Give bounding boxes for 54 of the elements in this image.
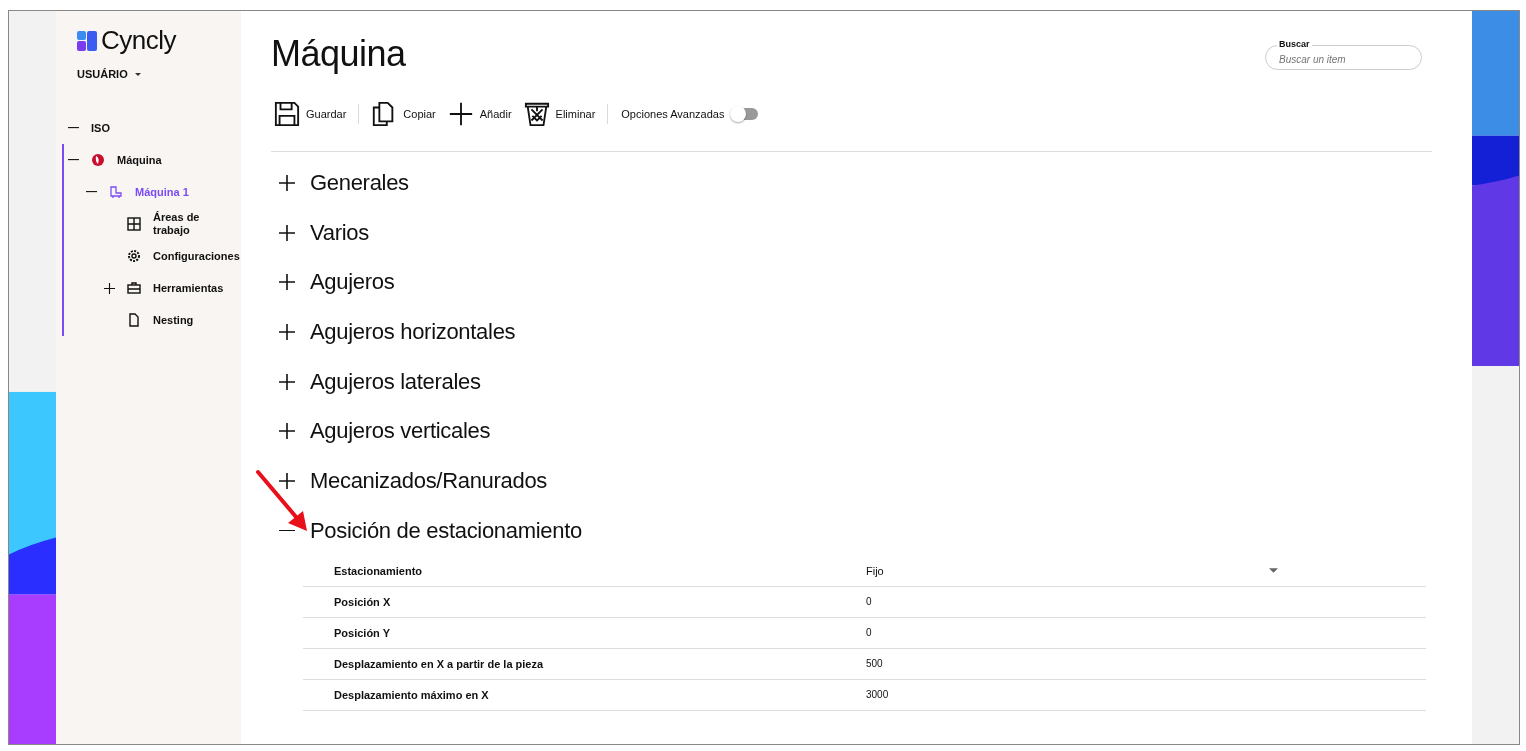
page-title: Máquina xyxy=(271,33,406,75)
input-field[interactable]: 0 xyxy=(866,627,872,638)
toggle-label: Opciones Avanzadas xyxy=(621,108,725,120)
section-header[interactable]: Varios xyxy=(271,207,369,258)
section-header[interactable]: Agujeros laterales xyxy=(271,356,481,407)
machine-icon xyxy=(109,185,123,199)
toolbar-button[interactable]: Eliminar xyxy=(520,101,599,127)
input-field[interactable]: 500 xyxy=(866,658,883,669)
plus-icon xyxy=(447,101,474,127)
property-label: Estacionamiento xyxy=(333,564,424,577)
property-label: Posición X xyxy=(333,595,392,608)
section-header[interactable]: Agujeros horizontales xyxy=(271,307,516,357)
section-header[interactable]: Mecanizados/Ranurados xyxy=(271,456,548,506)
field-label: Buscar xyxy=(1277,39,1312,50)
input-field[interactable]: 0 xyxy=(866,596,872,607)
toolbar-button[interactable]: Añadir xyxy=(444,101,515,127)
gear-icon xyxy=(127,249,141,263)
plus-icon xyxy=(279,174,295,191)
tree-item[interactable]: Configuraciones xyxy=(153,249,240,263)
section-header[interactable]: Agujeros verticales xyxy=(271,406,491,457)
plus-icon xyxy=(279,323,295,340)
dropdown[interactable]: Fijo xyxy=(866,564,1278,577)
caret-icon xyxy=(1269,568,1278,573)
tree-item[interactable]: Nesting xyxy=(153,313,194,327)
toggle-switch[interactable] xyxy=(732,108,759,120)
plus-icon xyxy=(279,472,295,489)
grid-icon xyxy=(127,217,141,231)
logo-icon xyxy=(77,30,97,51)
tree-item[interactable]: ISO xyxy=(91,121,110,135)
brand-name: Cyncly xyxy=(101,25,176,56)
section-header[interactable]: Generales xyxy=(271,158,409,208)
plus-icon xyxy=(279,274,295,291)
toolbar-button[interactable]: Copiar xyxy=(368,101,439,127)
property-label: Desplazamiento máximo en X xyxy=(333,688,490,701)
tree-item[interactable]: Máquina 1 xyxy=(135,185,189,199)
user-menu[interactable]: USUÁRIO xyxy=(77,68,142,80)
plus-icon xyxy=(279,224,295,241)
tree-item[interactable]: Herramientas xyxy=(153,281,224,295)
minus-icon xyxy=(279,529,295,532)
plus-icon xyxy=(279,373,295,390)
tree-item[interactable]: Máquina xyxy=(117,153,162,167)
save-icon xyxy=(274,101,300,127)
toolbar-button[interactable]: Guardar xyxy=(271,101,350,127)
property-label: Posición Y xyxy=(333,626,392,639)
property-label: Desplazamiento en X a partir de la pieza xyxy=(333,657,545,670)
input-field[interactable]: 3000 xyxy=(866,689,889,700)
caret-icon xyxy=(133,71,142,77)
section-header[interactable]: Agujeros xyxy=(271,257,395,308)
toolbox-icon xyxy=(127,281,141,295)
trash-icon xyxy=(523,101,550,127)
machine-logo-icon xyxy=(91,153,105,167)
tree-item[interactable]: Áreas de trabajo xyxy=(153,211,235,237)
file-icon xyxy=(127,313,141,327)
plus-icon xyxy=(279,423,295,440)
